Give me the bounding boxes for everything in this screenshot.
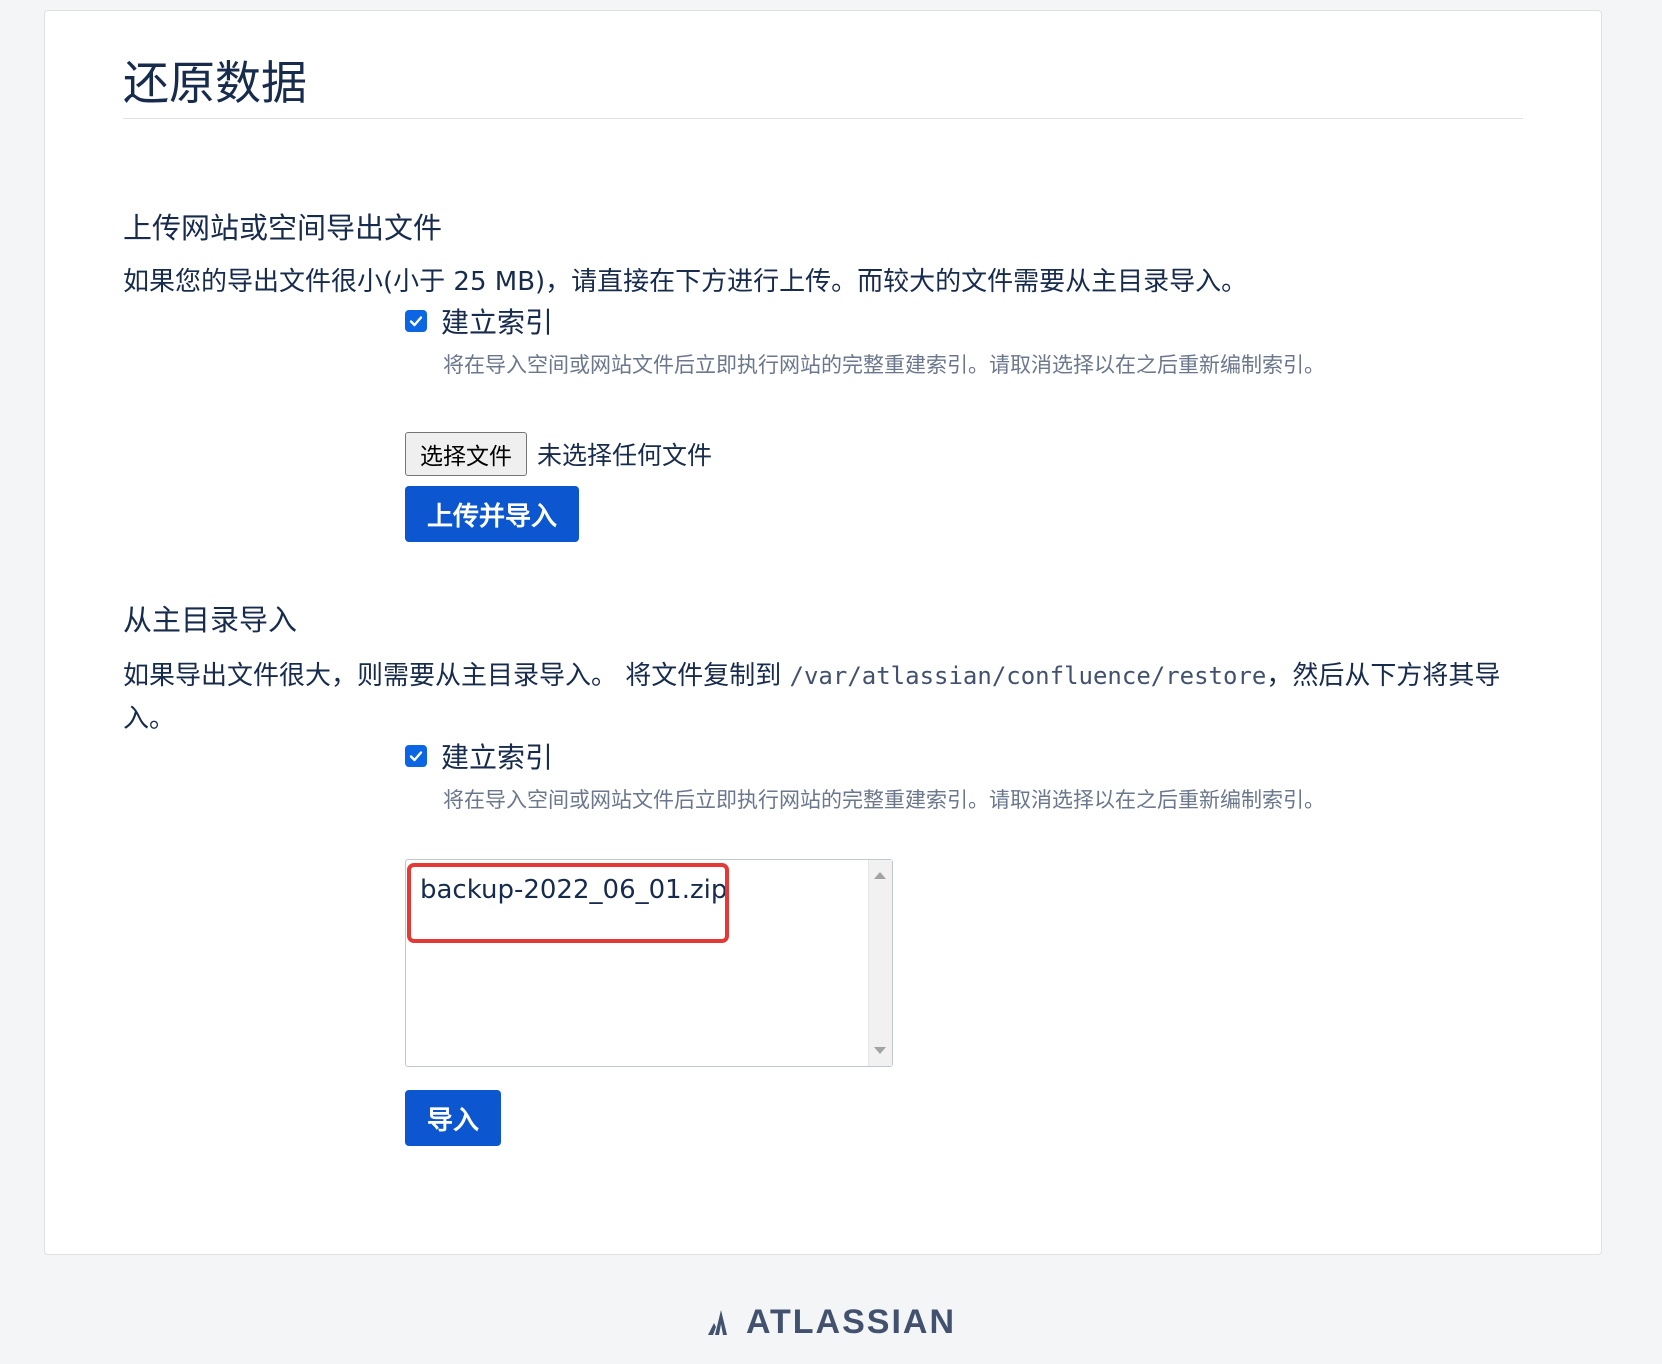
home-build-index-help: 将在导入空间或网站文件后立即执行网站的完整重建索引。请取消选择以在之后重新编制索… (443, 788, 1325, 812)
upload-build-index-label: 建立索引 (441, 306, 554, 339)
upload-section-heading: 上传网站或空间导出文件 (123, 211, 443, 245)
scroll-up-arrow-icon[interactable] (874, 872, 886, 879)
atlassian-wordmark: ATLASSIAN (745, 1302, 957, 1341)
atlassian-logo-icon (707, 1310, 727, 1335)
home-build-index-option[interactable]: 建立索引 (405, 735, 553, 777)
home-section-heading: 从主目录导入 (123, 603, 298, 637)
choose-file-button[interactable]: 选择文件 (405, 432, 527, 476)
import-button[interactable]: 导入 (405, 1090, 502, 1146)
upload-build-index-help: 将在导入空间或网站文件后立即执行网站的完整重建索引。请取消选择以在之后重新编制索… (443, 353, 1325, 377)
file-chooser: 选择文件 未选择任何文件 (405, 431, 712, 477)
scroll-down-arrow-icon[interactable] (874, 1047, 886, 1054)
restore-card: 还原数据 上传网站或空间导出文件 如果您的导出文件很小(小于 25 MB)，请直… (44, 10, 1602, 1255)
title-divider (123, 118, 1523, 119)
upload-section-description: 如果您的导出文件很小(小于 25 MB)，请直接在下方进行上传。而较大的文件需要… (123, 267, 1248, 297)
checkmark-icon (409, 316, 423, 327)
file-status-text: 未选择任何文件 (537, 441, 713, 470)
atlassian-footer-logo: ATLASSIAN (0, 1300, 1662, 1344)
restore-path: /var/atlassian/confluence/restore (789, 662, 1267, 690)
upload-build-index-option[interactable]: 建立索引 (405, 300, 553, 342)
home-build-index-checkbox[interactable] (405, 745, 427, 767)
file-list-scrollbar[interactable] (868, 860, 892, 1066)
upload-and-import-button[interactable]: 上传并导入 (405, 486, 580, 542)
checkmark-icon (409, 751, 423, 762)
home-description-before: 如果导出文件很大，则需要从主目录导入。 将文件复制到 (123, 661, 790, 691)
upload-build-index-checkbox[interactable] (405, 310, 427, 332)
backup-file-list[interactable]: backup-2022_06_01.zip (405, 859, 893, 1067)
backup-file-option[interactable]: backup-2022_06_01.zip (420, 870, 727, 910)
page-title: 还原数据 (123, 56, 307, 110)
home-section-description: 如果导出文件很大，则需要从主目录导入。 将文件复制到 /var/atlassia… (123, 655, 1543, 741)
home-build-index-label: 建立索引 (441, 741, 554, 774)
